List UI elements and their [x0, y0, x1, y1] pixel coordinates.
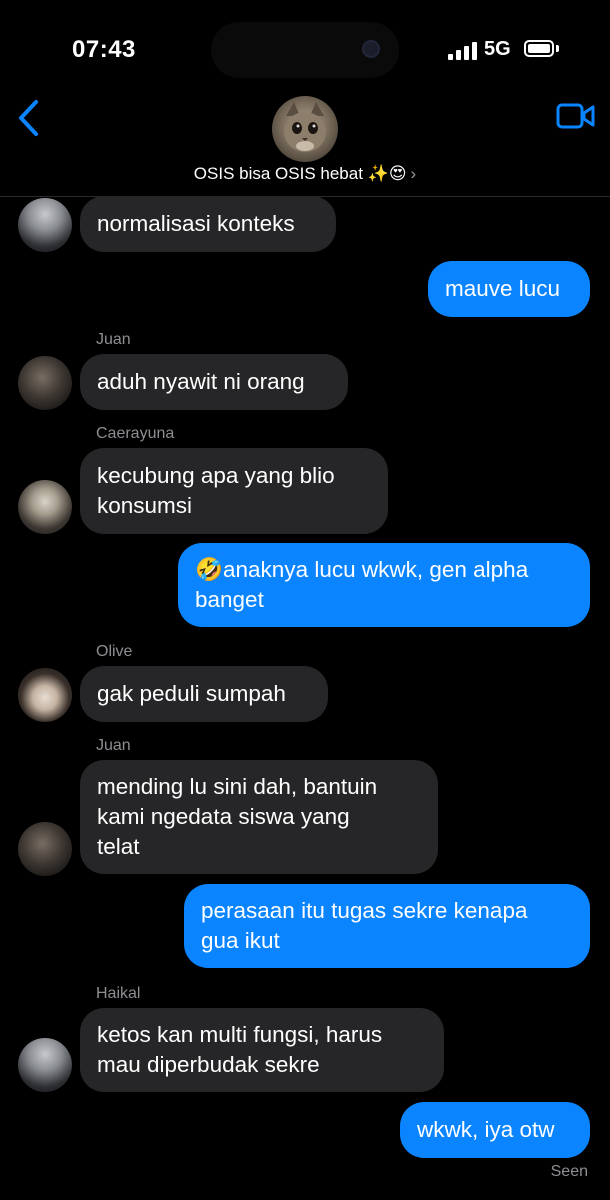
message-bubble-outgoing[interactable]: wkwk, iya otw	[400, 1102, 590, 1158]
status-bar: 07:43 5G	[0, 0, 610, 100]
message-text: aduh nyawit ni orang	[97, 369, 305, 394]
message-text-line: konsumsi	[97, 493, 193, 518]
group-name-label: OSIS bisa OSIS hebat ✨😍	[193, 164, 407, 183]
message-text-line: ketos kan multi fungsi, harus	[97, 1022, 383, 1047]
status-time: 07:43	[72, 36, 136, 63]
message-bubble-incoming[interactable]: aduh nyawit ni orang	[80, 354, 348, 410]
chevron-left-icon	[19, 100, 38, 136]
sender-name: Juan	[96, 737, 131, 754]
avatar-olive[interactable]	[18, 668, 72, 722]
message-bubble-incoming[interactable]: gak peduli sumpah	[80, 666, 328, 722]
avatar-juan[interactable]	[18, 822, 72, 876]
message-bubble-outgoing[interactable]: 🤣anaknya lucu wkwk, gen alpha banget	[178, 543, 590, 627]
message-text: mauve lucu	[445, 276, 561, 301]
sender-name: Caerayuna	[96, 425, 175, 442]
message-bubble-incoming[interactable]: kecubung apa yang blio konsumsi	[80, 448, 388, 534]
avatar-juan[interactable]	[18, 356, 72, 410]
message-bubble-outgoing[interactable]: perasaan itu tugas sekre kenapa gua ikut	[184, 884, 590, 968]
sender-name: Haikal	[96, 985, 141, 1002]
video-call-button[interactable]	[554, 96, 598, 136]
message-text-line: kami ngedata siswa yang	[97, 804, 350, 829]
avatar-haikal[interactable]	[18, 198, 72, 252]
message-text-line: kecubung apa yang blio	[97, 463, 335, 488]
cellular-signal-icon	[448, 42, 478, 60]
message-text: wkwk, iya otw	[417, 1117, 555, 1142]
sender-name: Juan	[96, 331, 131, 348]
battery-icon	[524, 40, 554, 57]
group-avatar[interactable]	[272, 96, 338, 162]
camera-indicator-icon	[362, 40, 380, 58]
back-button[interactable]	[8, 96, 48, 140]
group-title[interactable]: OSIS bisa OSIS hebat ✨😍 ›	[0, 164, 610, 184]
avatar-caerayuna[interactable]	[18, 480, 72, 534]
battery-cap	[556, 45, 559, 52]
message-bubble-incoming[interactable]: mending lu sini dah, bantuin kami ngedat…	[80, 760, 438, 874]
message-text-line: mending lu sini dah, bantuin	[97, 774, 378, 799]
message-bubble-incoming[interactable]: ketos kan multi fungsi, harus mau diperb…	[80, 1008, 444, 1092]
message-text-line: telat	[97, 834, 140, 859]
message-bubble-incoming[interactable]: normalisasi konteks	[80, 196, 336, 252]
message-text-line: 🤣anaknya lucu wkwk, gen alpha	[195, 557, 529, 582]
video-camera-icon	[556, 103, 595, 129]
chevron-right-icon: ›	[410, 164, 417, 183]
message-text: normalisasi konteks	[97, 211, 295, 236]
message-text-line: gua ikut	[201, 928, 280, 953]
message-text-line: banget	[195, 587, 264, 612]
sender-name: Olive	[96, 643, 133, 660]
message-text: gak peduli sumpah	[97, 681, 286, 706]
message-bubble-outgoing[interactable]: mauve lucu	[428, 261, 590, 317]
read-receipt: Seen	[550, 1163, 588, 1180]
network-type: 5G	[484, 38, 511, 60]
message-text-line: mau diperbudak sekre	[97, 1052, 320, 1077]
cat-photo	[284, 102, 326, 152]
message-text-line: perasaan itu tugas sekre kenapa	[201, 898, 528, 923]
avatar-haikal[interactable]	[18, 1038, 72, 1092]
